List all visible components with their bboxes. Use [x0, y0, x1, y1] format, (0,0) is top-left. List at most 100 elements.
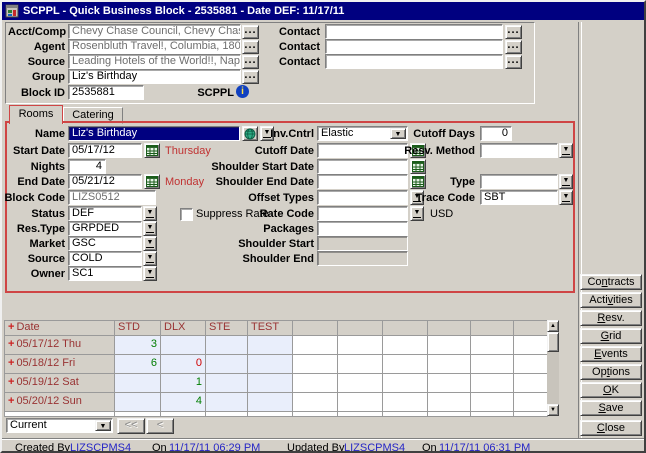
- acct-comp-field[interactable]: Chevy Chase Council, Chevy Chase, 1800: [68, 24, 241, 39]
- events-button[interactable]: Events: [580, 346, 642, 362]
- cell-dlx[interactable]: 4: [161, 393, 206, 412]
- updated-by-value: LIZSCPMS4: [344, 442, 405, 453]
- cutoff-days-field[interactable]: 0: [480, 126, 512, 141]
- contact2-lookup-button[interactable]: ...: [505, 40, 522, 54]
- resv-method-field[interactable]: [480, 143, 558, 158]
- end-date-field[interactable]: 05/21/12: [68, 174, 142, 189]
- scroll-down-icon[interactable]: ▼: [547, 404, 559, 416]
- expand-icon[interactable]: +: [8, 357, 14, 369]
- contact3-field[interactable]: [325, 54, 503, 69]
- options-button[interactable]: Options: [580, 364, 642, 380]
- chevron-down-icon[interactable]: ▼: [95, 420, 111, 431]
- resv-button[interactable]: Resv.: [580, 310, 642, 326]
- owner-field[interactable]: SC1: [68, 266, 142, 281]
- table-row[interactable]: +05/19/12 Sat 1: [5, 374, 548, 393]
- cutoff-date-label: Cutoff Date: [222, 144, 314, 159]
- source-lov-button[interactable]: ▼: [143, 251, 157, 266]
- resort-code-label: SCPPL: [192, 86, 234, 101]
- grid-button[interactable]: Grid: [580, 328, 642, 344]
- scroll-up-icon[interactable]: ▲: [547, 320, 559, 332]
- save-button[interactable]: Save: [580, 400, 642, 416]
- type-field[interactable]: [480, 174, 558, 189]
- expand-icon[interactable]: +: [8, 338, 14, 350]
- view-selector-combo[interactable]: Current ▼: [6, 418, 113, 433]
- contact1-lookup-button[interactable]: ...: [505, 25, 522, 39]
- cell-dlx[interactable]: 1: [161, 374, 206, 393]
- cell-ste[interactable]: [206, 336, 248, 355]
- tab-rooms[interactable]: Rooms: [9, 105, 63, 124]
- res-type-lov-button[interactable]: ▼: [143, 221, 157, 236]
- group-label: Group: [8, 70, 65, 85]
- cell-dlx[interactable]: 0: [161, 355, 206, 374]
- expand-icon[interactable]: +: [8, 395, 14, 407]
- type-lov-button[interactable]: ▼: [559, 174, 573, 189]
- cell-ste[interactable]: [206, 393, 248, 412]
- scrollbar-thumb[interactable]: [547, 332, 559, 352]
- table-row[interactable]: +05/18/12 Fri 6 0: [5, 355, 548, 374]
- source-field[interactable]: Leading Hotels of the World!!, Naples, 1…: [68, 54, 241, 69]
- name-field[interactable]: Liz's Birthday: [68, 126, 240, 141]
- expand-icon[interactable]: +: [8, 321, 14, 333]
- shoulder-start-date-label: Shoulder Start Date: [202, 160, 314, 175]
- grid-scrollbar[interactable]: ▲ ▼: [547, 320, 559, 416]
- block-id-label: Block ID: [8, 86, 65, 101]
- shoulder-end-date-field[interactable]: [317, 174, 408, 189]
- packages-field[interactable]: [317, 221, 408, 236]
- room-grid: +Date STD DLX STE TEST +05/17/12 Thu 3 +…: [4, 320, 548, 417]
- inv-cntrl-combo[interactable]: Elastic ▼: [317, 126, 408, 141]
- cell-std[interactable]: 3: [115, 336, 161, 355]
- info-icon[interactable]: i: [236, 85, 249, 98]
- table-row[interactable]: +05/20/12 Sun 4: [5, 393, 548, 412]
- trace-code-field[interactable]: SBT: [480, 190, 558, 205]
- cell-test[interactable]: [248, 336, 293, 355]
- expand-icon[interactable]: +: [8, 376, 14, 388]
- source-lookup-button[interactable]: ...: [242, 55, 259, 69]
- resv-method-lov-button[interactable]: ▼: [559, 143, 573, 158]
- offset-types-field[interactable]: [317, 190, 408, 205]
- source-code-field[interactable]: COLD: [68, 251, 142, 266]
- contact3-lookup-button[interactable]: ...: [505, 55, 522, 69]
- contracts-button[interactable]: Contracts: [580, 274, 642, 290]
- tab-catering[interactable]: Catering: [63, 107, 123, 124]
- acct-comp-lookup-button[interactable]: ...: [242, 25, 259, 39]
- ok-button[interactable]: OK: [580, 382, 642, 398]
- start-date-field[interactable]: 05/17/12: [68, 143, 142, 158]
- contact1-field[interactable]: [325, 24, 503, 39]
- activities-button[interactable]: Activities: [580, 292, 642, 308]
- close-button[interactable]: Close: [580, 420, 642, 436]
- group-lookup-button[interactable]: ...: [242, 70, 259, 84]
- cell-test[interactable]: [248, 393, 293, 412]
- cell-test[interactable]: [248, 355, 293, 374]
- group-field[interactable]: Liz's Birthday: [68, 69, 241, 84]
- agent-field[interactable]: Rosenbluth Travel!, Columbia, 1800-roser: [68, 39, 241, 54]
- end-date-calendar-icon[interactable]: [144, 174, 160, 189]
- shoulder-start-date-field[interactable]: [317, 159, 408, 174]
- status-field[interactable]: DEF: [68, 206, 142, 221]
- agent-lookup-button[interactable]: ...: [242, 40, 259, 54]
- nav-first-button[interactable]: <<: [117, 418, 145, 434]
- cell-std[interactable]: [115, 374, 161, 393]
- cell-ste[interactable]: [206, 355, 248, 374]
- suppress-rate-checkbox[interactable]: [180, 208, 193, 221]
- rate-code-field[interactable]: [317, 206, 408, 221]
- market-lov-button[interactable]: ▼: [143, 236, 157, 251]
- cell-std[interactable]: [115, 393, 161, 412]
- contact2-field[interactable]: [325, 39, 503, 54]
- rate-code-lov-button[interactable]: ▼: [410, 206, 424, 221]
- status-lov-button[interactable]: ▼: [143, 206, 157, 221]
- cell-ste[interactable]: [206, 374, 248, 393]
- nav-prev-button[interactable]: <: [146, 418, 174, 434]
- shoulder-start-date-calendar-icon[interactable]: [410, 159, 426, 174]
- cutoff-date-field[interactable]: [317, 143, 408, 158]
- nights-field[interactable]: 4: [68, 159, 106, 174]
- table-row[interactable]: +05/17/12 Thu 3: [5, 336, 548, 355]
- market-field[interactable]: GSC: [68, 236, 142, 251]
- trace-code-lov-button[interactable]: ▼: [559, 190, 573, 205]
- owner-lov-button[interactable]: ▼: [143, 266, 157, 281]
- start-date-calendar-icon[interactable]: [144, 143, 160, 158]
- title-bar[interactable]: SCPPL - Quick Business Block - 2535881 -…: [2, 2, 644, 20]
- cell-test[interactable]: [248, 374, 293, 393]
- cell-dlx[interactable]: [161, 336, 206, 355]
- cell-std[interactable]: 6: [115, 355, 161, 374]
- res-type-field[interactable]: GRPDED: [68, 221, 142, 236]
